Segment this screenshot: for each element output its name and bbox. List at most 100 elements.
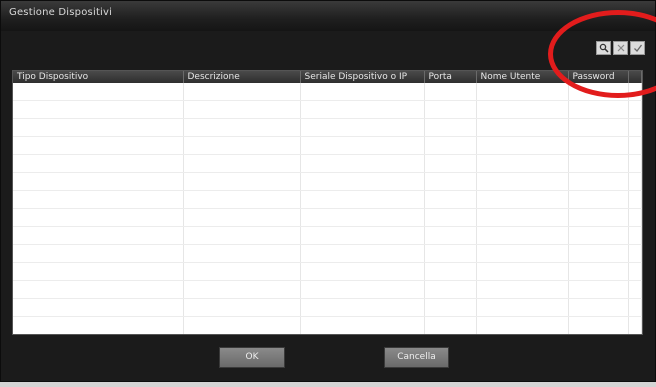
grid-cell xyxy=(628,136,642,155)
grid-cell xyxy=(568,226,629,245)
grid-cell xyxy=(13,316,184,334)
grid-cell xyxy=(628,118,642,137)
grid-cell xyxy=(424,190,477,209)
grid-cell xyxy=(183,262,301,281)
empty-grid-row xyxy=(13,190,642,209)
grid-cell xyxy=(183,280,301,299)
grid-body xyxy=(13,83,642,336)
grid-cell xyxy=(476,190,569,209)
grid-cell xyxy=(183,190,301,209)
column-header-serial-ip[interactable]: Seriale Dispositivo o IP xyxy=(300,71,425,83)
title-bar[interactable]: Gestione Dispositivi xyxy=(1,1,655,31)
grid-cell xyxy=(476,208,569,227)
grid-cell xyxy=(183,118,301,137)
grid-cell xyxy=(628,226,642,245)
grid-cell xyxy=(568,172,629,191)
grid-cell xyxy=(424,172,477,191)
grid-cell xyxy=(13,244,184,263)
grid-cell xyxy=(424,280,477,299)
empty-grid-row xyxy=(13,83,642,101)
empty-grid-row xyxy=(13,172,642,191)
grid-cell xyxy=(424,100,477,119)
grid-cell xyxy=(300,136,425,155)
grid-cell xyxy=(183,83,301,101)
empty-grid-row xyxy=(13,298,642,317)
grid-cell xyxy=(476,154,569,173)
empty-grid-row xyxy=(13,100,642,119)
grid-cell xyxy=(13,172,184,191)
empty-grid-row xyxy=(13,154,642,173)
grid-cell xyxy=(300,226,425,245)
grid-cell xyxy=(13,190,184,209)
grid-cell xyxy=(300,244,425,263)
cancel-button[interactable]: Cancella xyxy=(384,347,449,368)
empty-grid-row xyxy=(13,136,642,155)
grid-cell xyxy=(476,100,569,119)
devices-grid[interactable]: Tipo Dispositivo Descrizione Seriale Dis… xyxy=(12,70,643,335)
grid-cell xyxy=(300,83,425,101)
grid-cell xyxy=(300,208,425,227)
grid-cell xyxy=(300,190,425,209)
grid-cell xyxy=(568,280,629,299)
grid-cell xyxy=(13,208,184,227)
grid-cell xyxy=(628,244,642,263)
grid-cell xyxy=(568,154,629,173)
grid-cell xyxy=(183,208,301,227)
grid-cell xyxy=(568,208,629,227)
grid-cell xyxy=(628,208,642,227)
grid-cell xyxy=(13,136,184,155)
grid-cell xyxy=(424,298,477,317)
grid-cell xyxy=(300,298,425,317)
grid-cell xyxy=(476,83,569,101)
grid-cell xyxy=(568,298,629,317)
grid-cell xyxy=(183,136,301,155)
grid-cell xyxy=(300,335,424,336)
column-header-port[interactable]: Porta xyxy=(424,71,477,83)
empty-grid-row xyxy=(13,280,642,299)
column-header-device-type[interactable]: Tipo Dispositivo xyxy=(13,71,184,83)
grid-cell xyxy=(628,262,642,281)
grid-cell xyxy=(13,262,184,281)
grid-cell xyxy=(476,172,569,191)
grid-cell xyxy=(628,100,642,119)
grid-cell xyxy=(13,280,184,299)
grid-header-row: Tipo Dispositivo Descrizione Seriale Dis… xyxy=(13,71,642,83)
grid-cell xyxy=(300,100,425,119)
grid-cell xyxy=(13,154,184,173)
column-header-description[interactable]: Descrizione xyxy=(183,71,301,83)
grid-cell xyxy=(424,136,477,155)
grid-cell xyxy=(13,100,184,119)
grid-cell xyxy=(568,136,629,155)
grid-cell xyxy=(300,316,425,334)
grid-cell xyxy=(568,244,629,263)
grid-cell xyxy=(476,298,569,317)
grid-cell xyxy=(568,335,628,336)
grid-cell xyxy=(476,244,569,263)
empty-grid-row xyxy=(13,226,642,245)
ok-button[interactable]: OK xyxy=(219,347,285,368)
grid-cell xyxy=(13,335,183,336)
grid-cell xyxy=(300,262,425,281)
grid-cell xyxy=(628,280,642,299)
grid-cell xyxy=(13,118,184,137)
grid-cell xyxy=(13,226,184,245)
grid-cell xyxy=(424,335,476,336)
grid-cell xyxy=(424,154,477,173)
empty-grid-row xyxy=(13,335,642,336)
grid-cell xyxy=(424,226,477,245)
grid-cell xyxy=(300,172,425,191)
grid-cell xyxy=(183,335,300,336)
grid-cell xyxy=(628,154,642,173)
grid-cell xyxy=(424,244,477,263)
grid-cell xyxy=(476,226,569,245)
grid-cell xyxy=(424,118,477,137)
empty-grid-row xyxy=(13,208,642,227)
grid-cell xyxy=(628,298,642,317)
grid-cell xyxy=(568,100,629,119)
window-title: Gestione Dispositivi xyxy=(9,7,113,18)
grid-cell xyxy=(568,316,629,334)
grid-cell xyxy=(300,154,425,173)
grid-cell xyxy=(183,298,301,317)
grid-cell xyxy=(424,316,477,334)
grid-cell xyxy=(628,335,642,336)
